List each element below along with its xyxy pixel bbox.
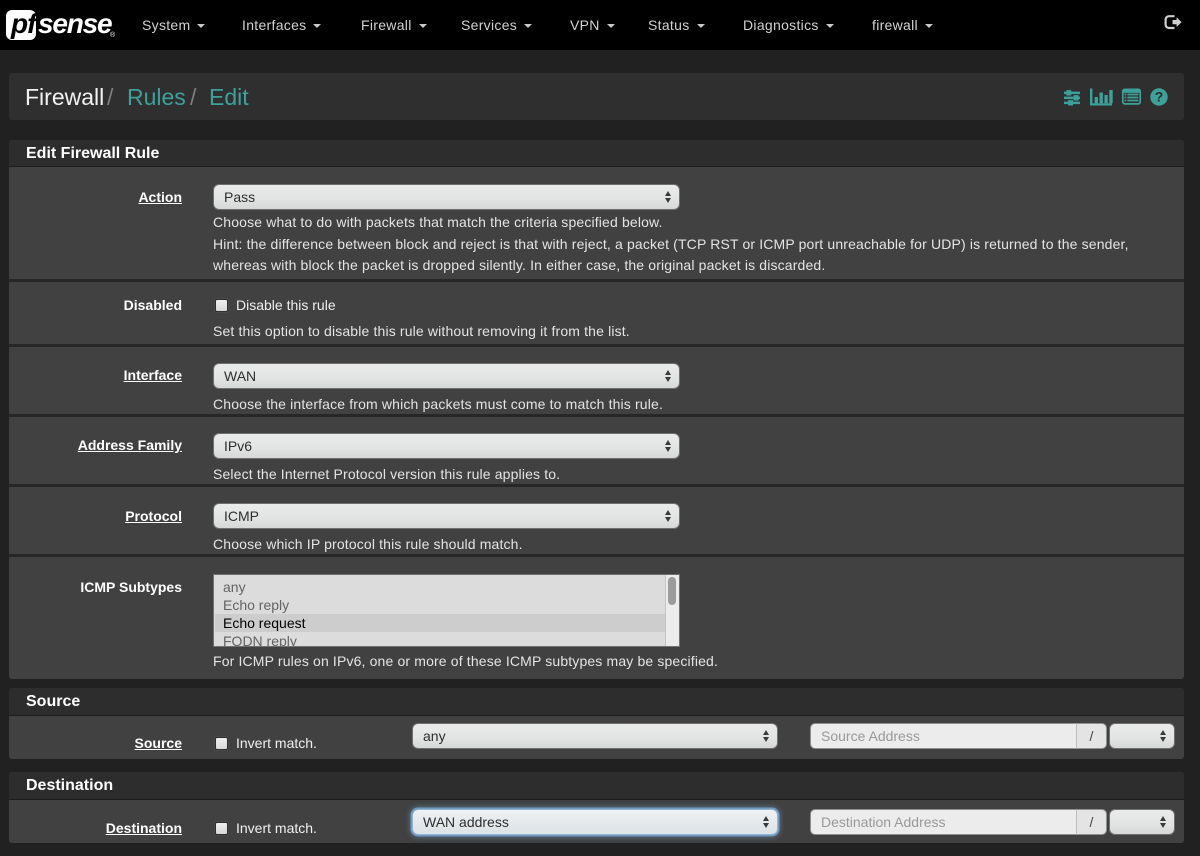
svg-text:?: ? [1155, 89, 1164, 105]
